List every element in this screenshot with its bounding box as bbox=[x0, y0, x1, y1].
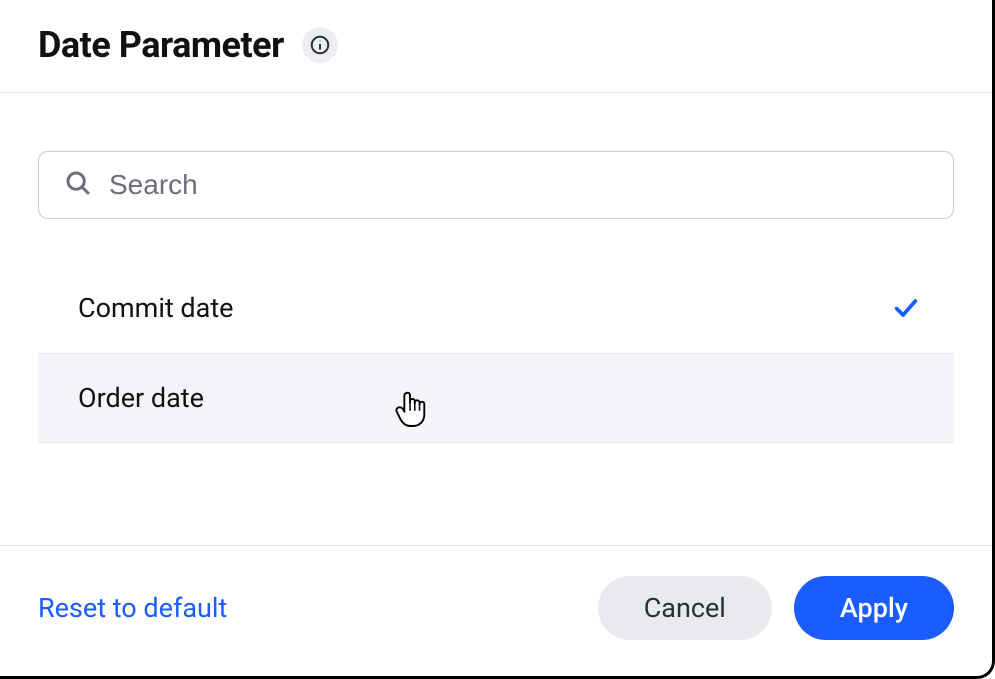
info-icon[interactable] bbox=[302, 27, 338, 63]
option-commit-date[interactable]: Commit date bbox=[38, 263, 954, 353]
option-order-date[interactable]: Order date bbox=[38, 353, 954, 443]
dialog-footer: Reset to default Cancel Apply bbox=[0, 545, 992, 676]
date-parameter-dialog: Date Parameter Commit date bbox=[0, 0, 995, 679]
check-icon bbox=[892, 294, 920, 322]
dialog-header: Date Parameter bbox=[0, 0, 992, 93]
option-label: Commit date bbox=[78, 292, 234, 324]
apply-button[interactable]: Apply bbox=[794, 576, 954, 640]
dialog-body: Commit date Order date bbox=[0, 93, 992, 545]
footer-buttons: Cancel Apply bbox=[598, 576, 954, 640]
reset-to-default-link[interactable]: Reset to default bbox=[38, 592, 227, 624]
option-label: Order date bbox=[78, 382, 204, 414]
options-list: Commit date Order date bbox=[38, 263, 954, 443]
search-icon bbox=[63, 168, 93, 202]
dialog-title: Date Parameter bbox=[38, 24, 284, 66]
search-field-wrap[interactable] bbox=[38, 151, 954, 219]
search-input[interactable] bbox=[109, 169, 929, 201]
cancel-button[interactable]: Cancel bbox=[598, 576, 772, 640]
